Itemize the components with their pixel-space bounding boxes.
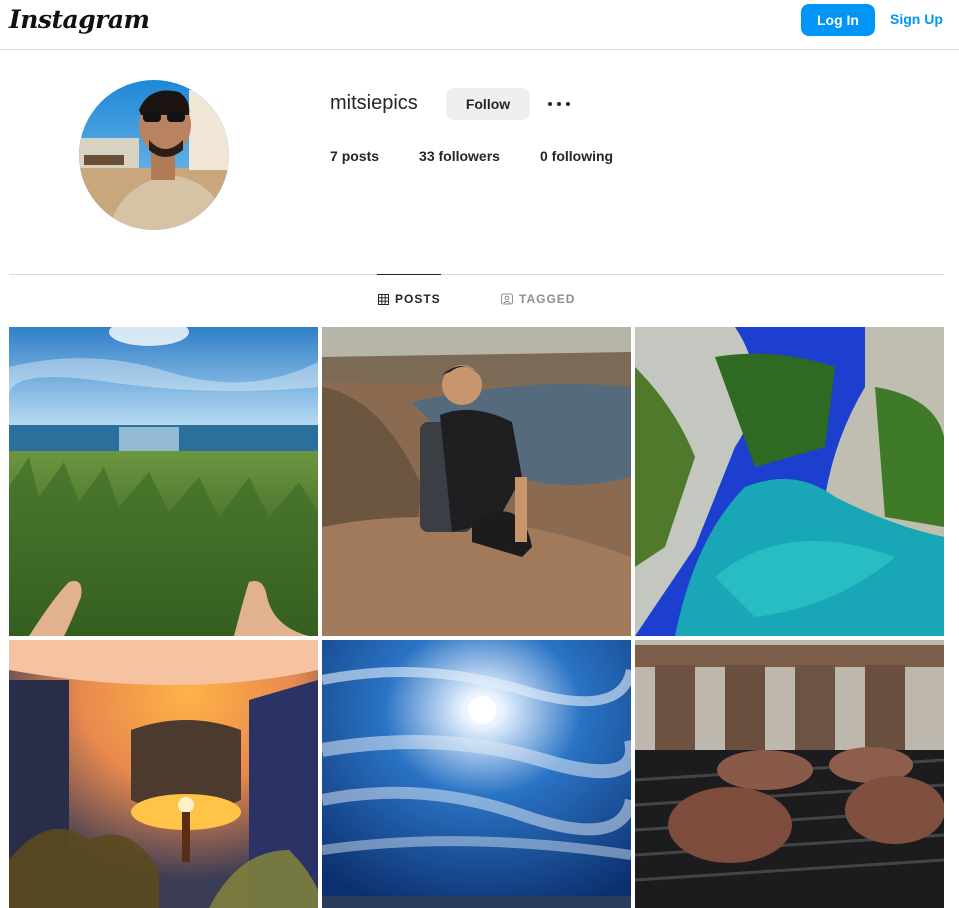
tab-posts[interactable]: POSTS bbox=[378, 292, 441, 306]
post-tile[interactable] bbox=[635, 327, 944, 636]
dot bbox=[566, 102, 570, 106]
posts-count: 7 bbox=[330, 148, 338, 164]
avatar-image bbox=[79, 80, 229, 230]
post-tile[interactable] bbox=[322, 327, 631, 636]
post-tile[interactable] bbox=[635, 640, 944, 908]
active-tab-indicator bbox=[377, 274, 441, 275]
login-button[interactable]: Log In bbox=[801, 4, 875, 36]
followers-count: 33 bbox=[419, 148, 435, 164]
dot bbox=[548, 102, 552, 106]
dot bbox=[557, 102, 561, 106]
followers-label: followers bbox=[438, 148, 500, 164]
posts-label: posts bbox=[341, 148, 380, 164]
post-image bbox=[9, 327, 318, 636]
following-count: 0 bbox=[539, 148, 548, 164]
post-image bbox=[322, 640, 631, 908]
follow-button[interactable]: Follow bbox=[446, 88, 530, 120]
followers-stat[interactable]: 33 followers bbox=[419, 148, 500, 164]
tab-tagged[interactable]: TAGGED bbox=[501, 292, 575, 306]
post-tile[interactable] bbox=[322, 640, 631, 908]
posts-stat: 7 posts bbox=[330, 148, 379, 164]
grid-icon bbox=[378, 293, 389, 305]
post-tile[interactable] bbox=[9, 327, 318, 636]
post-image bbox=[635, 640, 944, 908]
profile-stats: 7 posts 33 followers 0 following bbox=[330, 148, 653, 164]
signup-link[interactable]: Sign Up bbox=[890, 11, 943, 27]
top-bar: Instagram Log In Sign Up bbox=[0, 0, 959, 50]
post-tile[interactable] bbox=[9, 640, 318, 908]
tagged-icon bbox=[501, 293, 513, 305]
tabs-divider bbox=[9, 274, 944, 275]
post-image bbox=[9, 640, 318, 908]
following-label: following bbox=[551, 148, 614, 164]
tab-tagged-label: TAGGED bbox=[519, 292, 576, 306]
more-options-icon[interactable] bbox=[546, 92, 572, 116]
post-image bbox=[322, 327, 631, 636]
tab-posts-label: POSTS bbox=[395, 292, 441, 306]
post-image bbox=[635, 327, 944, 636]
profile-username: mitsiepics bbox=[330, 92, 418, 114]
instagram-logo[interactable]: Instagram bbox=[9, 5, 150, 34]
following-stat[interactable]: 0 following bbox=[540, 148, 613, 164]
profile-avatar[interactable] bbox=[79, 80, 229, 230]
